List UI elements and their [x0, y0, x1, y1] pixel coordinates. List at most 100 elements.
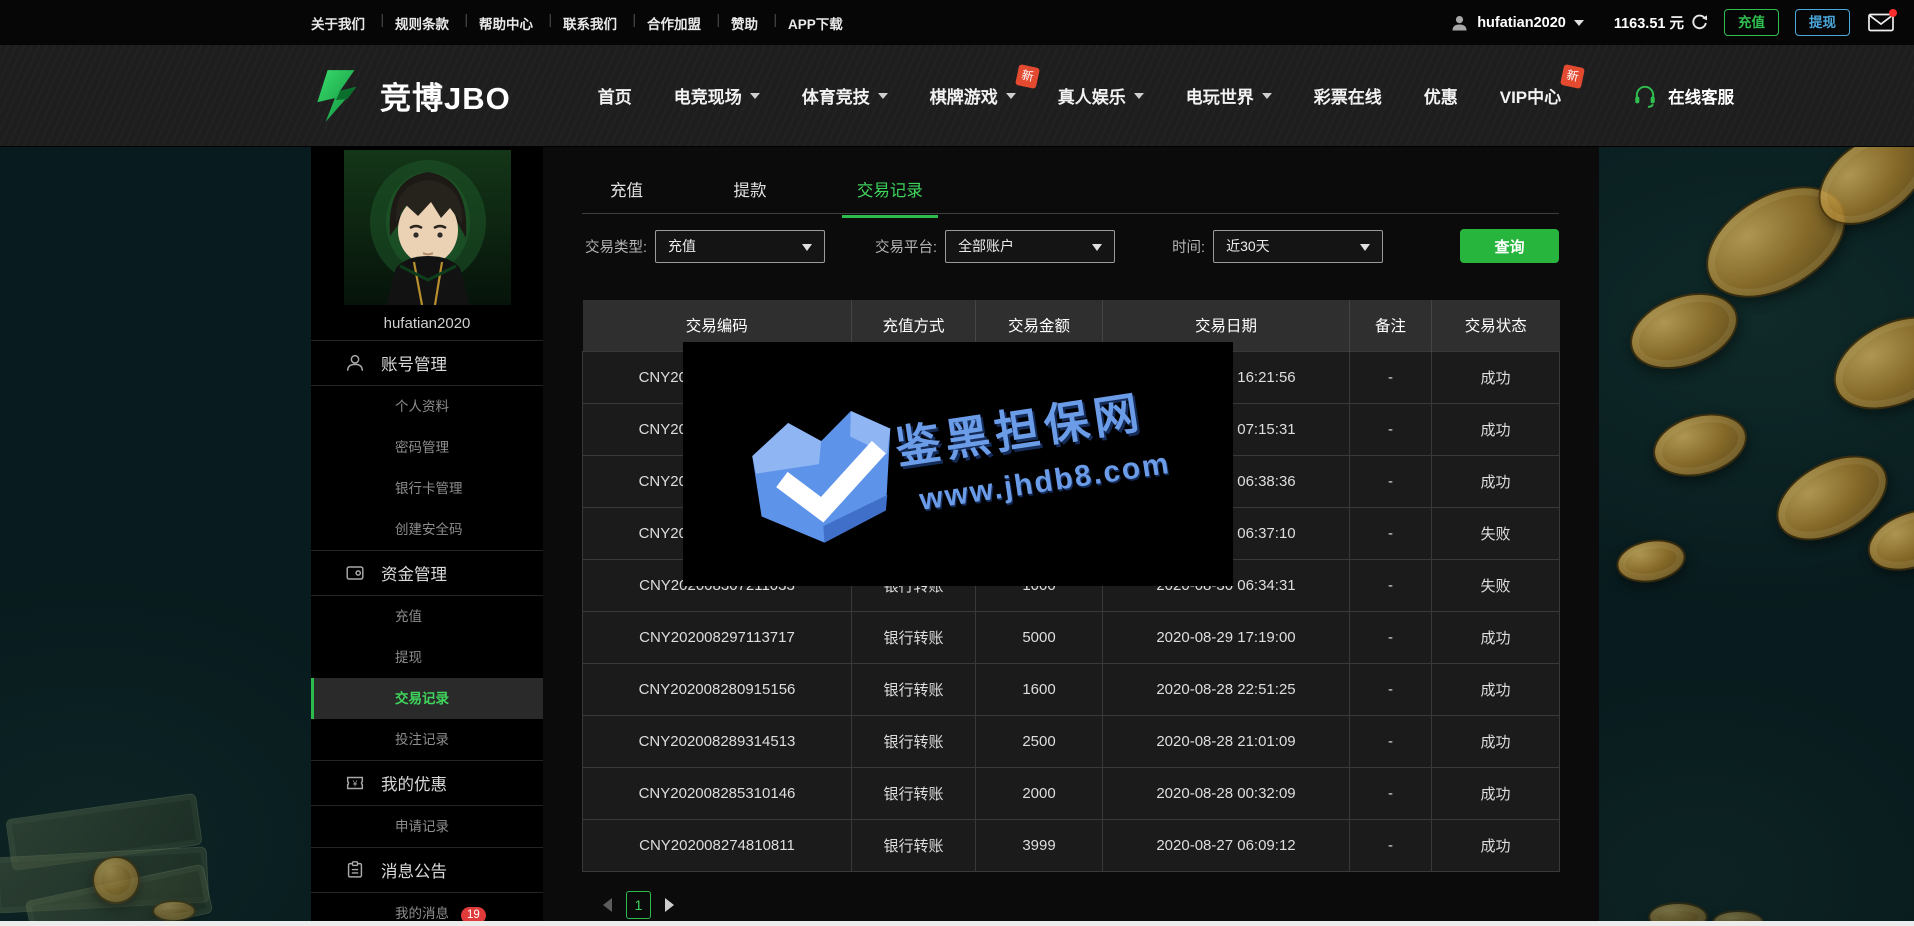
filter-time-label: 时间: — [1172, 236, 1205, 257]
sidebar-item-bank-card[interactable]: 银行卡管理 — [311, 468, 543, 509]
filter-type-select[interactable]: 充值 — [655, 230, 825, 263]
online-service-label: 在线客服 — [1668, 84, 1734, 108]
sidebar: hufatian2020 账号管理 个人资料 密码管理 银行卡管理 创建安全码 — [311, 147, 543, 926]
chevron-down-icon — [750, 93, 760, 104]
tab-transactions[interactable]: 交易记录 — [851, 177, 929, 217]
filter-type-label: 交易类型: — [585, 236, 647, 257]
tab-withdraw[interactable]: 提款 — [727, 177, 772, 217]
sidebar-section-messages[interactable]: 消息公告 — [311, 847, 543, 893]
status-badge: 成功 — [1432, 455, 1560, 507]
status-badge: 成功 — [1432, 611, 1560, 663]
status-badge: 成功 — [1432, 715, 1560, 767]
nav-vip[interactable]: VIP中心新 — [1479, 45, 1582, 147]
table-row: CNY202008285310146银行转账20002020-08-28 00:… — [583, 767, 1560, 819]
sidebar-section-funds[interactable]: 资金管理 — [311, 550, 543, 596]
status-badge: 成功 — [1432, 403, 1560, 455]
next-page-icon[interactable] — [665, 898, 681, 912]
logo-text: 竞博JBO — [380, 73, 511, 118]
status-badge: 成功 — [1432, 351, 1560, 403]
deposit-button[interactable]: 充值 — [1724, 9, 1779, 36]
col-status: 交易状态 — [1432, 300, 1560, 351]
sidebar-item-password[interactable]: 密码管理 — [311, 427, 543, 468]
status-badge: 成功 — [1432, 663, 1560, 715]
page-bottom-edge — [0, 921, 1914, 926]
username-menu[interactable]: hufatian2020 — [1477, 15, 1566, 31]
sidebar-username: hufatian2020 — [311, 310, 543, 340]
main-panel: hufatian2020 账号管理 个人资料 密码管理 银行卡管理 创建安全码 — [311, 147, 1599, 926]
sidebar-item-applications[interactable]: 申请记录 — [311, 806, 543, 847]
topbar-link-app[interactable]: APP下载 — [773, 13, 858, 33]
content: 充值 提款 交易记录 交易类型: 充值 交易平台: 全部账户 — [582, 147, 1559, 926]
sidebar-item-security-code[interactable]: 创建安全码 — [311, 509, 543, 550]
chevron-down-icon — [878, 93, 888, 104]
avatar — [311, 147, 543, 310]
header: 竞博JBO 首页 电竞现场 体育竞技 棋牌游戏新 真人娱乐 电玩世界 彩票在线 … — [0, 45, 1914, 147]
topbar-user-area: hufatian2020 1163.51 元 充值 提现 — [1450, 9, 1894, 36]
headset-icon — [1632, 83, 1658, 109]
new-badge: 新 — [1560, 64, 1585, 89]
nav-lottery[interactable]: 彩票在线 — [1293, 45, 1403, 147]
chevron-down-icon[interactable] — [1574, 20, 1584, 31]
sidebar-item-profile[interactable]: 个人资料 — [311, 386, 543, 427]
logo[interactable]: 竞博JBO — [308, 68, 511, 124]
nav-sports[interactable]: 体育竞技 — [781, 45, 909, 147]
page: 关于我们 规则条款 帮助中心 联系我们 合作加盟 赞助 APP下载 hufati… — [0, 0, 1914, 926]
nav-esports[interactable]: 电竞现场 — [653, 45, 781, 147]
nav-live-casino[interactable]: 真人娱乐 — [1037, 45, 1165, 147]
topbar-links: 关于我们 规则条款 帮助中心 联系我们 合作加盟 赞助 APP下载 — [311, 13, 858, 33]
sidebar-item-bets[interactable]: 投注记录 — [311, 719, 543, 760]
prev-page-icon[interactable] — [596, 898, 612, 912]
tabs: 充值 提款 交易记录 — [582, 147, 1559, 214]
topbar-link-help[interactable]: 帮助中心 — [464, 13, 548, 33]
watermark-overlay: 鉴黑担保网 www.jhdb8.com — [683, 342, 1233, 586]
table-row: CNY202008289314513银行转账25002020-08-28 21:… — [583, 715, 1560, 767]
sidebar-item-withdraw[interactable]: 提现 — [311, 637, 543, 678]
sidebar-item-transactions[interactable]: 交易记录 — [311, 678, 543, 719]
watermark-text: 鉴黑担保网 www.jhdb8.com — [890, 373, 1172, 521]
sidebar-section-promos[interactable]: ¥ 我的优惠 — [311, 760, 543, 806]
search-button[interactable]: 查询 — [1460, 229, 1559, 263]
wallet-icon — [344, 562, 366, 584]
topbar-link-about[interactable]: 关于我们 — [311, 13, 380, 33]
withdraw-button[interactable]: 提现 — [1795, 9, 1850, 36]
table-row: CNY202008274810811银行转账39992020-08-27 06:… — [583, 819, 1560, 871]
refresh-icon[interactable] — [1691, 14, 1708, 31]
filter-platform-select[interactable]: 全部账户 — [945, 230, 1115, 263]
table-row: CNY202008280915156银行转账16002020-08-28 22:… — [583, 663, 1560, 715]
table-row: CNY202008297113717银行转账50002020-08-29 17:… — [583, 611, 1560, 663]
filter-bar: 交易类型: 充值 交易平台: 全部账户 时间: 近30 — [582, 229, 1559, 263]
tab-deposit[interactable]: 充值 — [604, 177, 649, 217]
chevron-down-icon — [1134, 93, 1144, 104]
coupon-icon: ¥ — [344, 772, 366, 794]
nav-promos[interactable]: 优惠 — [1403, 45, 1479, 147]
chevron-down-icon — [1262, 93, 1272, 104]
nav-slots[interactable]: 电玩世界 — [1165, 45, 1293, 147]
chevron-down-icon — [802, 244, 812, 256]
topbar-link-sponsor[interactable]: 赞助 — [716, 13, 773, 33]
chevron-down-icon — [1092, 244, 1102, 256]
jbo-logo-icon — [308, 68, 370, 124]
sidebar-item-deposit[interactable]: 充值 — [311, 596, 543, 637]
pagination: 1 — [582, 891, 1559, 919]
watermark-logo-icon — [736, 388, 912, 559]
page-number[interactable]: 1 — [626, 891, 651, 919]
board-icon — [344, 859, 366, 881]
chevron-down-icon — [1006, 93, 1016, 104]
topbar-link-contact[interactable]: 联系我们 — [548, 13, 632, 33]
filter-time-select[interactable]: 近30天 — [1213, 230, 1383, 263]
status-badge: 失败 — [1432, 559, 1560, 611]
col-remark: 备注 — [1350, 300, 1432, 351]
topbar: 关于我们 规则条款 帮助中心 联系我们 合作加盟 赞助 APP下载 hufati… — [0, 0, 1914, 45]
topbar-link-partner[interactable]: 合作加盟 — [632, 13, 716, 33]
nav-cards[interactable]: 棋牌游戏新 — [909, 45, 1037, 147]
status-badge: 成功 — [1432, 767, 1560, 819]
topbar-link-rules[interactable]: 规则条款 — [380, 13, 464, 33]
online-service[interactable]: 在线客服 — [1632, 83, 1734, 109]
notification-dot — [1889, 9, 1897, 17]
user-icon — [344, 352, 366, 374]
sidebar-section-account[interactable]: 账号管理 — [311, 340, 543, 386]
balance: 1163.51 元 — [1614, 12, 1684, 33]
mail-button[interactable] — [1868, 13, 1894, 32]
chevron-down-icon — [1360, 244, 1370, 256]
nav-home[interactable]: 首页 — [577, 45, 653, 147]
